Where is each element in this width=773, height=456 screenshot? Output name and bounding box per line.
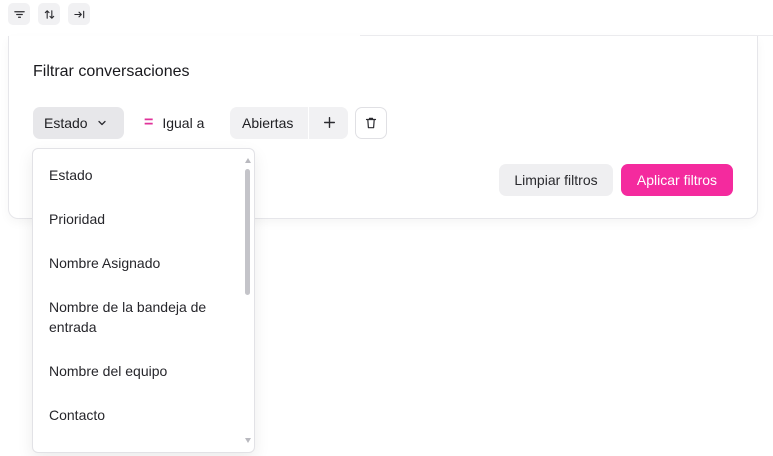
chevron-down-icon xyxy=(97,120,106,126)
dropdown-option-bandeja-entrada[interactable]: Nombre de la bandeja de entrada xyxy=(49,297,229,337)
trash-icon xyxy=(365,117,377,129)
top-toolbar xyxy=(8,3,90,25)
equals-icon: = xyxy=(144,114,154,131)
sort-button[interactable] xyxy=(38,3,60,25)
value-chip[interactable]: Abiertas xyxy=(230,107,348,139)
scroll-up-arrow-icon[interactable] xyxy=(245,158,251,163)
value-chip-divider xyxy=(308,107,309,139)
plus-icon[interactable] xyxy=(322,115,337,130)
value-label: Abiertas xyxy=(242,115,294,131)
attribute-dropdown[interactable]: Estado Prioridad Nombre Asignado Nombre … xyxy=(32,148,255,453)
sort-arrows-icon xyxy=(44,9,54,19)
dropdown-option-prioridad[interactable]: Prioridad xyxy=(49,209,229,229)
filter-lines-icon xyxy=(13,10,25,18)
delete-filter-button[interactable] xyxy=(355,107,387,139)
attribute-select-label: Estado xyxy=(44,115,88,131)
operator-select[interactable]: = Igual a xyxy=(141,107,204,139)
operator-label: Igual a xyxy=(162,115,205,131)
dropdown-option-estado[interactable]: Estado xyxy=(49,165,229,185)
dropdown-option-contacto[interactable]: Contacto xyxy=(49,405,229,425)
clear-filters-button[interactable]: Limpiar filtros xyxy=(499,164,613,196)
dropdown-scrollbar[interactable] xyxy=(243,149,253,452)
collapse-button[interactable] xyxy=(68,3,90,25)
scroll-thumb[interactable] xyxy=(245,169,250,295)
dropdown-option-nombre-equipo[interactable]: Nombre del equipo xyxy=(49,361,229,381)
dropdown-option-nombre-asignado[interactable]: Nombre Asignado xyxy=(49,253,229,273)
filter-button[interactable] xyxy=(8,3,30,25)
apply-filters-button[interactable]: Aplicar filtros xyxy=(621,164,733,196)
attribute-select[interactable]: Estado xyxy=(33,107,124,139)
arrow-to-right-icon xyxy=(73,10,84,18)
popover-title: Filtrar conversaciones xyxy=(33,63,190,80)
scroll-down-arrow-icon[interactable] xyxy=(245,438,251,443)
